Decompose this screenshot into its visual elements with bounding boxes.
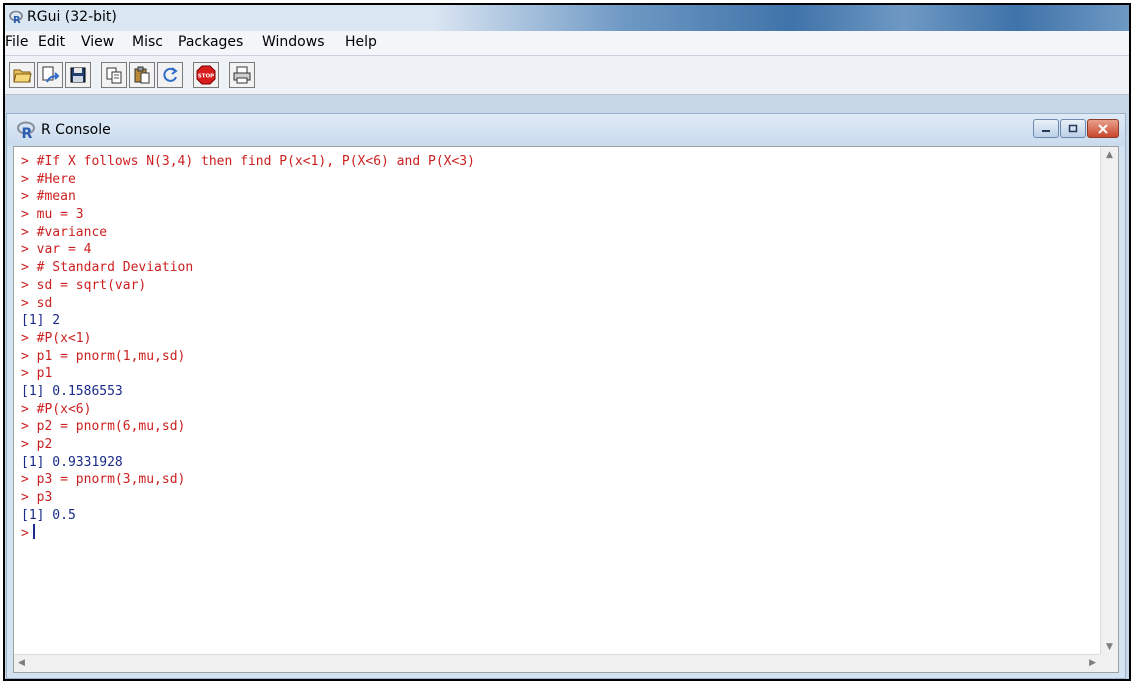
rgui-window: R RGui (32-bit) File Edit View Misc Pack…: [5, 5, 1129, 679]
save-workspace-button[interactable]: [65, 62, 91, 88]
console-body: > #If X follows N(3,4) then find P(x<1),…: [13, 146, 1119, 673]
scroll-left-icon[interactable]: ◀: [18, 658, 25, 668]
console-command-line: > p2 = pnorm(6,mu,sd): [21, 419, 186, 435]
paste-icon: [134, 66, 150, 84]
console-output-line: [1] 2: [21, 313, 61, 329]
console-command-line: > mu = 3: [21, 207, 84, 223]
console-command-line: > p3: [21, 490, 53, 506]
console-title: R Console: [41, 122, 111, 138]
console-command-line: > p2: [21, 437, 53, 452]
console-output-line: [1] 0.9331928: [21, 454, 123, 470]
save-workspace-icon: [70, 67, 86, 83]
print-icon: [233, 66, 251, 84]
console-command-line: > p1: [21, 366, 53, 382]
open-script-button[interactable]: [9, 62, 35, 88]
print-button[interactable]: [229, 62, 255, 88]
console-command-line: > var = 4: [21, 242, 92, 258]
svg-text:R: R: [22, 126, 33, 139]
console-command-line: > #If X follows N(3,4) then find P(x<1),…: [21, 154, 475, 169]
paste-button[interactable]: [129, 62, 155, 88]
stop-label: STOP: [198, 74, 214, 80]
open-script-icon: [13, 69, 32, 83]
text-cursor: [32, 524, 35, 540]
load-workspace-button[interactable]: [37, 62, 63, 88]
copy-paste-button[interactable]: [157, 62, 183, 88]
load-workspace-icon: [42, 66, 60, 83]
menu-edit[interactable]: Edit: [38, 34, 65, 50]
menu-misc[interactable]: Misc: [132, 34, 163, 50]
svg-text:R: R: [13, 15, 21, 24]
console-prompt: >: [21, 526, 29, 542]
console-output-line: [1] 0.1586553: [21, 383, 123, 399]
console-prompt-line[interactable]: >: [21, 524, 1100, 542]
restore-icon: [1068, 124, 1078, 132]
r-logo-icon: R: [17, 121, 35, 139]
console-command-line: > p3 = pnorm(3,mu,sd): [21, 472, 186, 488]
menu-file[interactable]: File: [5, 34, 28, 50]
console-command-line: > #P(x<1): [21, 330, 92, 346]
toolbar: STOP: [5, 56, 1129, 95]
minimize-icon: [1042, 129, 1050, 132]
minimize-button[interactable]: [1033, 119, 1059, 138]
console-command-line: > #mean: [21, 189, 76, 205]
horizontal-scrollbar[interactable]: ◀ ▶: [14, 654, 1102, 672]
mdi-area: R R Console > #If X follows N(3,4) then …: [5, 95, 1129, 679]
console-command-line: > #variance: [21, 224, 108, 240]
console-command-line: > sd = sqrt(var): [21, 277, 147, 293]
menu-help[interactable]: Help: [345, 34, 377, 50]
r-logo-icon: R: [9, 10, 23, 24]
console-output-line: [1] 0.5: [21, 507, 76, 523]
console-command-line: > p1 = pnorm(1,mu,sd): [21, 348, 186, 364]
console-output[interactable]: > #If X follows N(3,4) then find P(x<1),…: [14, 147, 1100, 655]
console-command-line: > #P(x<6): [21, 401, 92, 417]
scroll-right-icon[interactable]: ▶: [1089, 658, 1096, 668]
menu-view[interactable]: View: [81, 34, 114, 50]
console-command-line: > sd: [21, 295, 53, 311]
close-button[interactable]: [1087, 119, 1119, 138]
menu-windows[interactable]: Windows: [262, 34, 325, 50]
console-command-line: > # Standard Deviation: [21, 260, 194, 276]
stop-icon: STOP: [196, 65, 216, 85]
console-command-line: > #Here: [21, 171, 76, 187]
stop-button[interactable]: STOP: [193, 62, 219, 88]
scroll-up-icon[interactable]: ▲: [1106, 150, 1113, 160]
copy-paste-icon: [163, 67, 178, 82]
console-title-bar[interactable]: R R Console: [7, 114, 1125, 146]
menu-bar: File Edit View Misc Packages Windows Hel…: [5, 31, 1129, 56]
close-icon: [1098, 123, 1108, 134]
menu-packages[interactable]: Packages: [178, 34, 243, 50]
copy-icon: [106, 67, 122, 84]
restore-button[interactable]: [1060, 119, 1086, 138]
resize-grip[interactable]: [1100, 654, 1118, 672]
r-console-window: R R Console > #If X follows N(3,4) then …: [6, 113, 1126, 679]
title-bar[interactable]: R RGui (32-bit): [5, 5, 1129, 31]
copy-button[interactable]: [101, 62, 127, 88]
vertical-scrollbar[interactable]: ▲ ▼: [1100, 147, 1118, 655]
window-title: RGui (32-bit): [27, 9, 117, 25]
scroll-down-icon[interactable]: ▼: [1106, 642, 1113, 652]
